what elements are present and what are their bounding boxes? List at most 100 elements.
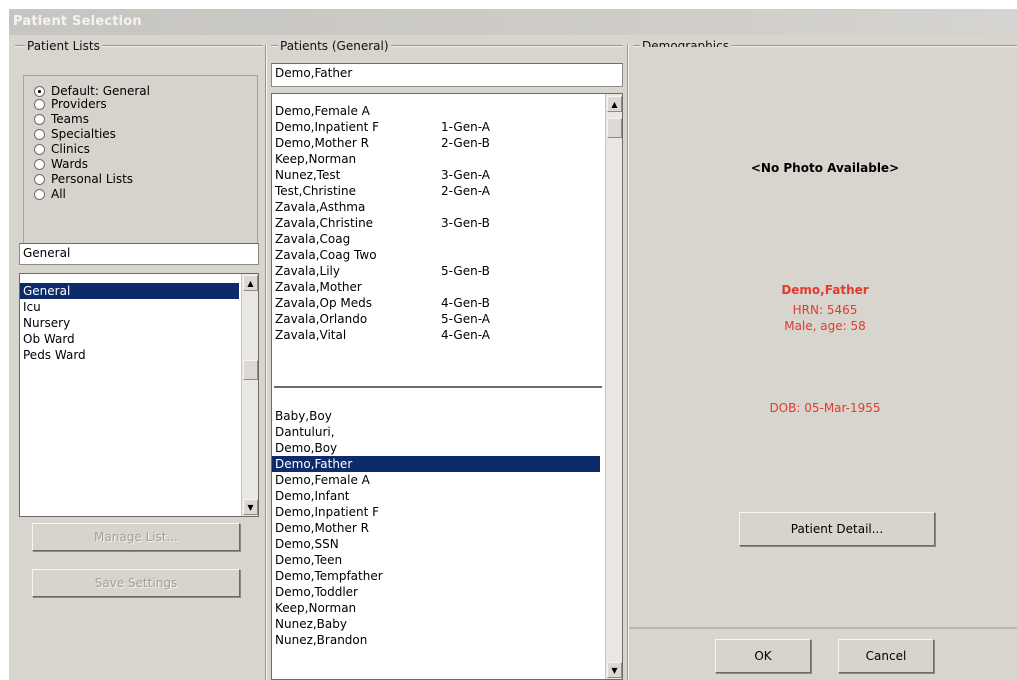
patient-list-item[interactable]: Nunez,Baby [272, 616, 600, 632]
patient-location-code: 3-Gen-A [441, 168, 490, 182]
ward-list-item[interactable]: General [20, 283, 239, 299]
patient-list-item[interactable]: Zavala,Mother [272, 279, 602, 295]
patient-list-type-group: Default: General Providers Teams Specialtie… [23, 75, 258, 247]
patient-list-item[interactable]: Zavala,Christine 3-Gen-B [272, 215, 602, 231]
patient-list-item[interactable]: Test,Christine 2-Gen-A [272, 183, 602, 199]
patient-name-text: Zavala,Asthma [275, 200, 366, 214]
save-settings-button[interactable]: Save Settings [32, 569, 240, 597]
patient-list-item[interactable]: Nunez,Brandon [272, 632, 600, 648]
patient-list-item[interactable]: Demo,Inpatient F [272, 504, 600, 520]
radio-label: All [51, 187, 66, 201]
patient-list-item[interactable]: Zavala,Coag [272, 231, 602, 247]
dialog-button-bar: OK Cancel [629, 627, 1017, 680]
patient-name-text: Zavala,Mother [275, 280, 362, 294]
patient-list-item[interactable]: Keep,Norman [272, 600, 600, 616]
radio-button-icon[interactable] [34, 86, 45, 97]
ward-list-item[interactable]: Icu [20, 299, 239, 315]
patient-detail-button[interactable]: Patient Detail... [739, 512, 935, 546]
patient-list-item[interactable]: Demo,Teen [272, 552, 600, 568]
patient-list-item[interactable]: Demo,Infant [272, 488, 600, 504]
patient-list-item[interactable]: Demo,Boy [272, 440, 600, 456]
cancel-button[interactable]: Cancel [838, 639, 934, 673]
patient-name-text: Zavala,Vital [275, 328, 347, 342]
radio-label: Personal Lists [51, 172, 134, 186]
panel-divider [627, 45, 629, 680]
patient-list-item[interactable]: Demo,Father [272, 456, 600, 472]
patient-list-item[interactable]: Demo,Mother R [272, 520, 600, 536]
radio-button-icon[interactable] [34, 129, 45, 140]
radio-option[interactable]: Clinics [34, 142, 90, 157]
radio-option[interactable]: Specialties [34, 127, 116, 142]
radio-button-icon[interactable] [34, 144, 45, 155]
patient-list-item[interactable]: Zavala,Op Meds 4-Gen-B [272, 295, 602, 311]
radio-label: Teams [51, 112, 89, 126]
patient-list-item[interactable]: Keep,Norman [272, 151, 602, 167]
radio-label: Specialties [51, 127, 116, 141]
ward-listbox[interactable]: General Icu Nursery Ob Ward Peds Ward ▲ ▼ [19, 273, 259, 517]
patient-sex-age: Male, age: 58 [784, 319, 866, 333]
radio-button-icon[interactable] [34, 189, 45, 200]
patient-location-code: 2-Gen-A [441, 184, 490, 198]
patient-hrn: HRN: 5465 [792, 303, 858, 317]
patient-list-item[interactable]: Demo,Toddler [272, 584, 600, 600]
patients-list-scrollbar[interactable]: ▲ ▼ [605, 94, 622, 679]
patient-location-code: 4-Gen-B [441, 296, 490, 310]
ward-list-item[interactable]: Peds Ward [20, 347, 239, 363]
patient-lists-label: Patient Lists [25, 39, 102, 53]
patient-selection-window: Patient Selection Patient Lists Default:… [9, 9, 1017, 680]
patient-list-item[interactable]: Demo,Female A [272, 103, 602, 119]
list-name-field[interactable]: General [19, 243, 259, 265]
manage-list-button[interactable]: Manage List... [32, 523, 240, 551]
patient-name-text: Zavala,Coag Two [275, 248, 377, 262]
radio-option[interactable]: Providers [34, 97, 107, 112]
patient-list-item[interactable]: Zavala,Orlando 5-Gen-A [272, 311, 602, 327]
patient-list-item[interactable]: Demo,Mother R 2-Gen-B [272, 135, 602, 151]
patient-list-item[interactable]: Demo,Tempfather [272, 568, 600, 584]
ward-list-item[interactable]: Ob Ward [20, 331, 239, 347]
scroll-thumb[interactable] [243, 360, 258, 380]
scroll-thumb[interactable] [607, 118, 622, 138]
radio-option[interactable]: Personal Lists [34, 172, 133, 187]
patient-list-item[interactable]: Nunez,Test 3-Gen-A [272, 167, 602, 183]
patients-listbox[interactable]: Demo,Female A Demo,Inpatient F 1-Gen-A Demo… [271, 93, 623, 680]
scroll-down-icon[interactable]: ▼ [607, 662, 622, 678]
radio-label: Wards [51, 157, 89, 171]
radio-button-icon[interactable] [34, 99, 45, 110]
patient-location-code: 1-Gen-A [441, 120, 490, 134]
patient-name-text: Zavala,Lily [275, 264, 340, 278]
patient-list-item[interactable]: Demo,SSN [272, 536, 600, 552]
ward-list-scrollbar[interactable]: ▲ ▼ [241, 274, 258, 516]
ok-button[interactable]: OK [715, 639, 811, 673]
patient-name-text: Demo,Inpatient F [275, 120, 380, 134]
ward-list-item[interactable]: Nursery [20, 315, 239, 331]
patient-list-item[interactable]: Zavala,Lily 5-Gen-B [272, 263, 602, 279]
patient-name-text: Zavala,Coag [275, 232, 351, 246]
patient-list-item[interactable]: Zavala,Asthma [272, 199, 602, 215]
scroll-up-icon[interactable]: ▲ [243, 275, 258, 291]
demographics-panel: <No Photo Available> Demo,Father HRN: 54… [633, 47, 1017, 633]
radio-button-icon[interactable] [34, 114, 45, 125]
patient-list-item[interactable]: Zavala,Coag Two [272, 247, 602, 263]
patient-location-code: 4-Gen-A [441, 328, 490, 342]
radio-option[interactable]: All [34, 187, 66, 202]
scroll-up-icon[interactable]: ▲ [607, 96, 622, 112]
patient-name-text: Zavala,Orlando [275, 312, 368, 326]
radio-label: Providers [51, 97, 107, 111]
radio-button-icon[interactable] [34, 174, 45, 185]
radio-option[interactable]: Wards [34, 157, 88, 172]
patient-name-text: Nunez,Test [275, 168, 341, 182]
window-title: Patient Selection [13, 14, 142, 29]
patient-list-item[interactable]: Demo,Inpatient F 1-Gen-A [272, 119, 602, 135]
patient-list-item[interactable]: Dantuluri, [272, 424, 600, 440]
radio-button-icon[interactable] [34, 159, 45, 170]
patient-list-item[interactable]: Baby,Boy [272, 408, 600, 424]
radio-option[interactable]: Teams [34, 112, 89, 127]
patient-name-text: Keep,Norman [275, 152, 357, 166]
title-bar[interactable]: Patient Selection [9, 9, 1017, 35]
patient-search-input[interactable]: Demo,Father [271, 63, 623, 87]
patient-list-item[interactable]: Zavala,Vital 4-Gen-A [272, 327, 602, 343]
patient-name-text: Test,Christine [275, 184, 356, 198]
patient-list-item[interactable]: Demo,Female A [272, 472, 600, 488]
patient-name-text: Zavala,Christine [275, 216, 374, 230]
scroll-down-icon[interactable]: ▼ [243, 499, 258, 515]
